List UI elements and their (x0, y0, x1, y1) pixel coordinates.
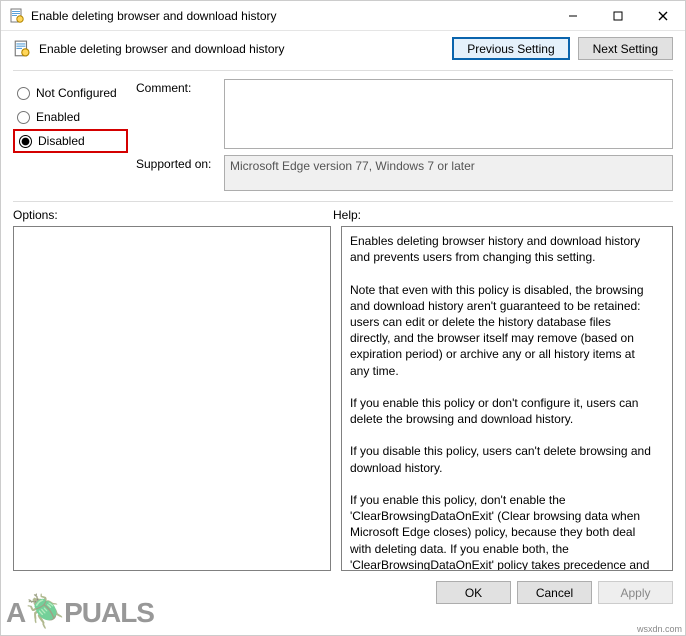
divider (13, 70, 673, 71)
policy-editor-window: Enable deleting browser and download his… (0, 0, 686, 636)
policy-doc-icon (9, 8, 25, 24)
minimize-button[interactable] (550, 1, 595, 31)
next-setting-button[interactable]: Next Setting (578, 37, 673, 60)
ok-button[interactable]: OK (436, 581, 511, 604)
radio-disabled-input[interactable] (19, 135, 32, 148)
supported-on-textarea (224, 155, 673, 191)
supported-on-label: Supported on: (136, 155, 218, 171)
radio-disabled[interactable]: Disabled (13, 129, 128, 153)
content-area: Enable deleting browser and download his… (1, 31, 685, 635)
header-row: Enable deleting browser and download his… (13, 37, 673, 60)
previous-setting-button[interactable]: Previous Setting (452, 37, 569, 60)
radio-enabled-input[interactable] (17, 111, 30, 124)
watermark-brand: A🪲PUALS (6, 592, 154, 630)
state-radio-group: Not Configured Enabled Disabled (13, 79, 128, 153)
window-title: Enable deleting browser and download his… (31, 9, 277, 23)
radio-enabled-label: Enabled (36, 110, 80, 124)
radio-not-configured-input[interactable] (17, 87, 30, 100)
radio-not-configured[interactable]: Not Configured (13, 81, 128, 105)
radio-not-configured-label: Not Configured (36, 86, 117, 100)
titlebar: Enable deleting browser and download his… (1, 1, 685, 31)
options-pane[interactable] (13, 226, 331, 571)
corner-credit: wsxdn.com (637, 624, 682, 634)
comment-label: Comment: (136, 79, 218, 95)
help-label: Help: (333, 208, 673, 222)
comment-textarea[interactable] (224, 79, 673, 149)
apply-button: Apply (598, 581, 673, 604)
divider (13, 201, 673, 202)
cancel-button[interactable]: Cancel (517, 581, 592, 604)
help-pane[interactable]: Enables deleting browser history and dow… (341, 226, 673, 571)
policy-title: Enable deleting browser and download his… (39, 42, 444, 56)
policy-icon (13, 40, 31, 58)
radio-enabled[interactable]: Enabled (13, 105, 128, 129)
radio-disabled-label: Disabled (38, 134, 85, 148)
close-button[interactable] (640, 1, 685, 31)
maximize-button[interactable] (595, 1, 640, 31)
options-label: Options: (13, 208, 333, 222)
